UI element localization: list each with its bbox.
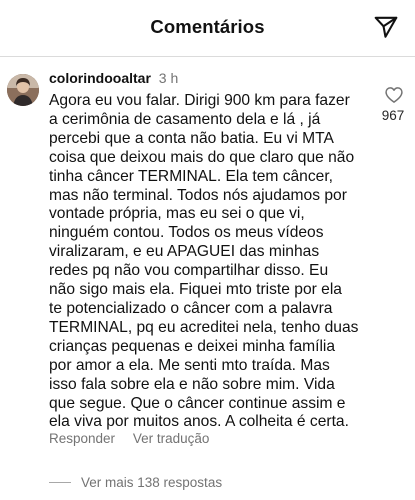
comment-line: tinha câncer TERMINAL. Ela tem câncer, [49, 167, 333, 185]
comment-line: percebi que a conta não batia. Eu vi MTA [49, 129, 334, 147]
view-replies-button[interactable]: Ver mais 138 respostas [49, 473, 222, 491]
comment-line: te potencializado o câncer com a palavra [49, 299, 333, 317]
comment-line: que segue. Que o câncer continue assim e [49, 394, 346, 412]
header: Comentários [0, 0, 415, 56]
comment-text: Agora eu vou falar. Dirigi 900 km para f… [49, 92, 363, 432]
comment-line: vontade própria, mas eu sei o que vi, [49, 205, 305, 223]
comment-time: 3 h [158, 70, 179, 86]
comment-line: redes pq não vou compartilhar disso. Eu [49, 262, 329, 280]
comment-line: TERMINAL, pq eu acreditei nela, tenho du… [49, 318, 359, 336]
comment-line: isso fala sobre ela e não sobre mim. Vid… [49, 375, 335, 393]
comment-actions: Responder Ver tradução [49, 431, 223, 446]
comment-line: mas não terminal. Todos nós ajudamos por [49, 186, 347, 204]
comment-line: a cerimônia de casamento dela e lá , já [49, 110, 321, 128]
comment-meta: colorindooaltar 3 h [49, 70, 178, 86]
comment-line: ninguém contou. Todos os meus vídeos [49, 224, 324, 242]
header-divider [0, 56, 415, 57]
comment-line: ela viva por muitos anos. A colheita é c… [49, 413, 349, 431]
comment-line: por amor a ela. Me senti mto traída. Mas [49, 356, 330, 374]
comment-line: Agora eu vou falar. Dirigi 900 km para f… [49, 92, 350, 109]
paper-plane-icon[interactable] [373, 14, 399, 40]
view-replies-label[interactable]: Ver mais 138 respostas [81, 475, 222, 490]
comment-line: não sigo mais ela. Fiquei mto triste por… [49, 281, 342, 299]
like-count: 967 [381, 108, 405, 123]
comment-line: viralizaram, e eu APAGUEI das minhas [49, 243, 320, 261]
heart-outline-icon[interactable] [376, 85, 412, 110]
avatar[interactable] [7, 74, 39, 106]
comment-username[interactable]: colorindooaltar [49, 70, 151, 86]
translate-button[interactable]: Ver tradução [133, 431, 210, 446]
comment-line: coisa que deixou mais do que claro que n… [49, 148, 355, 166]
comment-line: crianças pequenas e deixei minha família [49, 337, 336, 355]
reply-button[interactable]: Responder [49, 431, 115, 446]
page-title: Comentários [150, 16, 265, 37]
replies-divider [49, 481, 71, 483]
